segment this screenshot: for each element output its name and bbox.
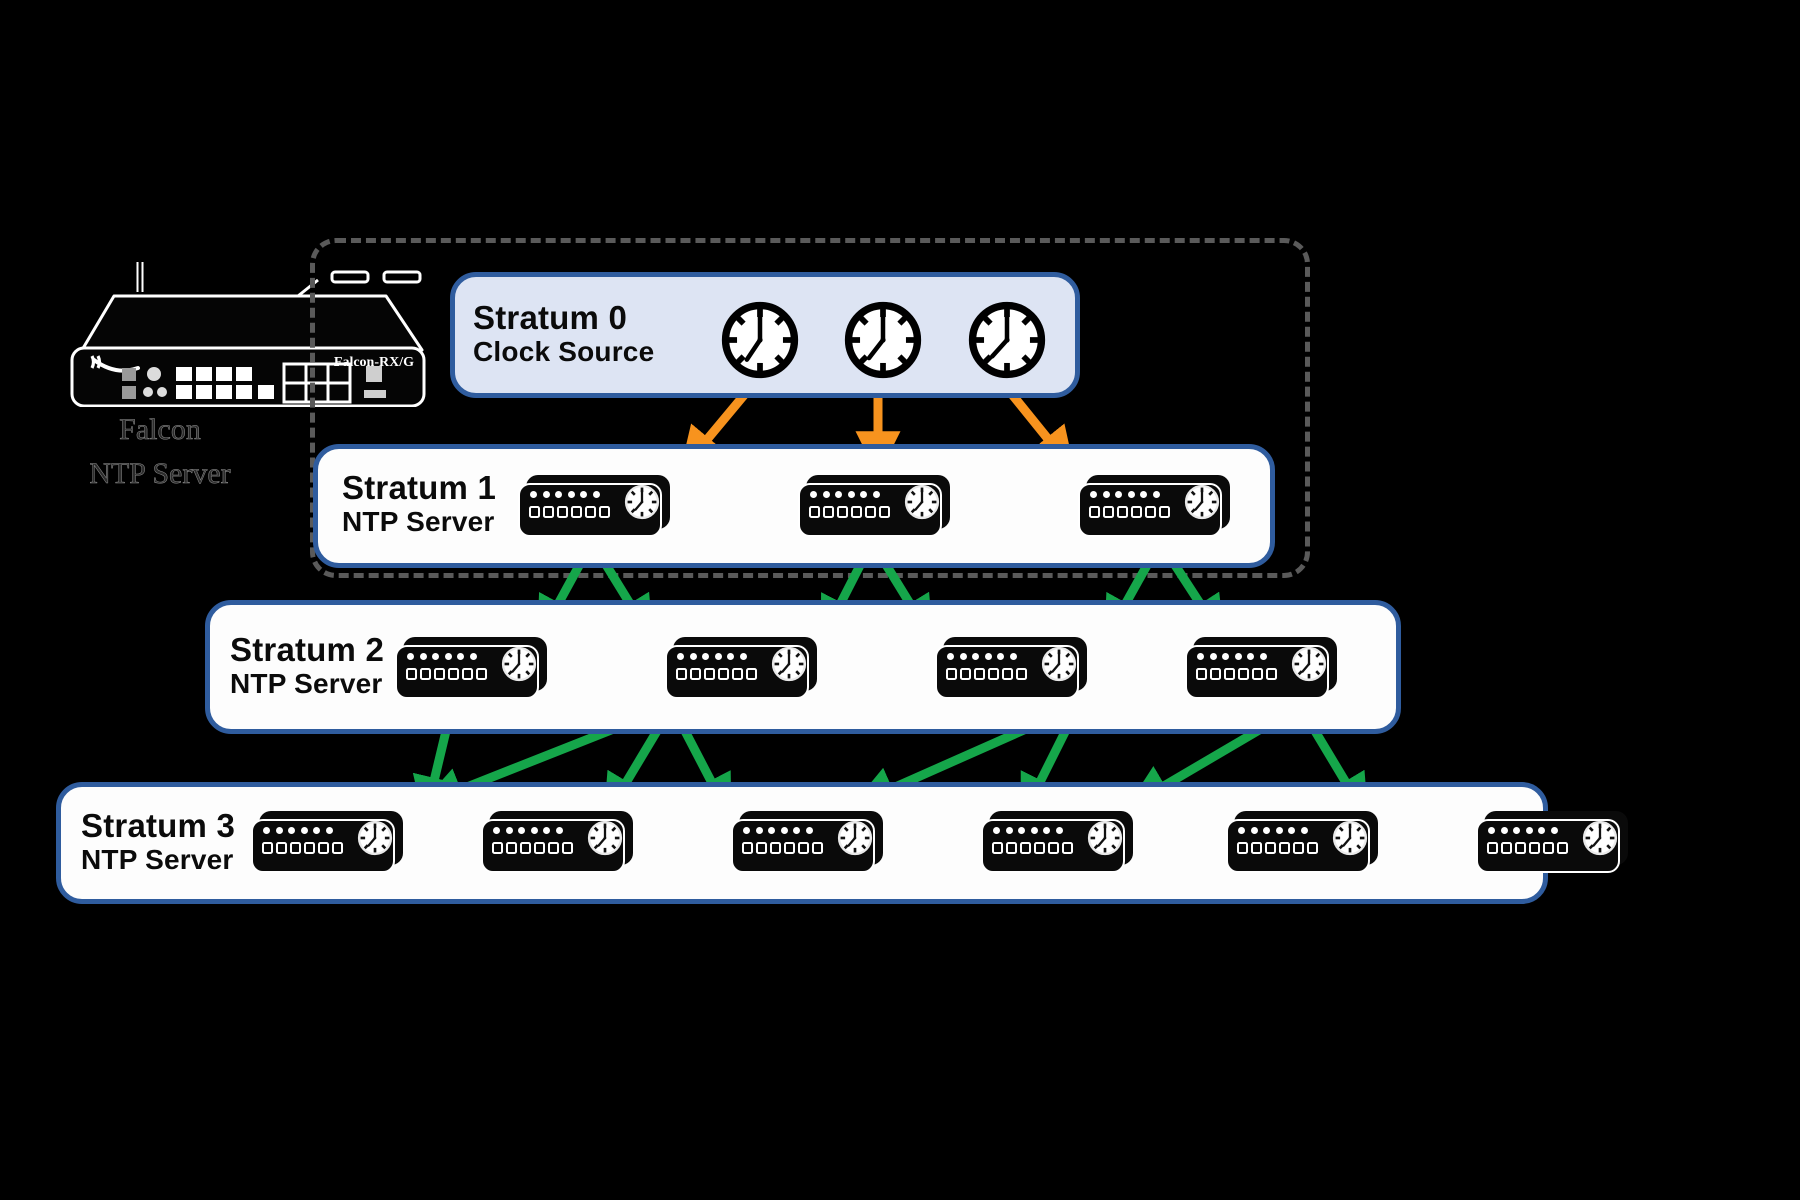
stratum3-server-5[interactable] [1226, 811, 1378, 873]
antenna-icon [120, 202, 160, 292]
led-row [947, 653, 1017, 660]
node-clock-icon [500, 645, 538, 683]
led-row [1238, 827, 1308, 834]
stratum-2-row: Stratum 2 NTP Server [205, 600, 1401, 734]
led-row [810, 491, 880, 498]
node-clock-icon [356, 819, 394, 857]
led-row [743, 827, 813, 834]
port-row [1487, 842, 1568, 854]
stratum2-server-4[interactable] [1185, 637, 1337, 699]
stratum-1-row: Stratum 1 NTP Server [313, 444, 1275, 568]
stratum-0-title: Stratum 0 [473, 299, 628, 336]
clock-source-3[interactable] [966, 299, 1048, 381]
stratum1-server-3[interactable] [1078, 475, 1230, 537]
stratum3-server-2[interactable] [481, 811, 633, 873]
port-row [742, 842, 823, 854]
node-clock-icon [903, 483, 941, 521]
stratum2-server-1[interactable] [395, 637, 547, 699]
port-row [1196, 668, 1277, 680]
port-row [992, 842, 1073, 854]
node-clock-icon [1040, 645, 1078, 683]
stratum-3-title: Stratum 3 [81, 807, 236, 844]
stratum-0-subtitle: Clock Source [473, 336, 655, 368]
stratum-2-title: Stratum 2 [230, 631, 385, 668]
port-row [492, 842, 573, 854]
led-row [993, 827, 1063, 834]
led-row [1488, 827, 1558, 834]
diagram-canvas: Falcon-RX/G Falcon NTP Server Stratum 0 … [0, 0, 1800, 1200]
falcon-appliance: Falcon-RX/G [36, 84, 436, 444]
port-row [262, 842, 343, 854]
stratum1-server-2[interactable] [798, 475, 950, 537]
port-row [1237, 842, 1318, 854]
port-row [676, 668, 757, 680]
node-clock-icon [1331, 819, 1369, 857]
led-row [677, 653, 747, 660]
stratum-1-label: Stratum 1 NTP Server [342, 469, 496, 538]
node-clock-icon [623, 483, 661, 521]
port-row [529, 506, 610, 518]
stratum-0-row: Stratum 0 Clock Source [450, 272, 1080, 398]
led-row [493, 827, 563, 834]
node-clock-icon [770, 645, 808, 683]
clock-source-1[interactable] [719, 299, 801, 381]
stratum1-server-1[interactable] [518, 475, 670, 537]
node-clock-icon [1086, 819, 1124, 857]
port-row [1089, 506, 1170, 518]
stratum-1-title: Stratum 1 [342, 469, 497, 506]
node-clock-icon [1290, 645, 1328, 683]
node-clock-icon [1183, 483, 1221, 521]
falcon-caption: Falcon NTP Server [40, 408, 280, 495]
led-row [1090, 491, 1160, 498]
led-row [263, 827, 333, 834]
port-row [946, 668, 1027, 680]
clock-source-2[interactable] [842, 299, 924, 381]
stratum-3-label: Stratum 3 NTP Server [81, 807, 235, 876]
falcon-caption-line2: NTP Server [89, 456, 231, 490]
stratum-1-subtitle: NTP Server [342, 506, 495, 538]
port-row [406, 668, 487, 680]
stratum3-server-6[interactable] [1476, 811, 1628, 873]
stratum3-server-1[interactable] [251, 811, 403, 873]
falcon-caption-line1: Falcon [119, 413, 201, 446]
led-row [530, 491, 600, 498]
node-clock-icon [1581, 819, 1619, 857]
stratum-0-label: Stratum 0 Clock Source [473, 299, 654, 368]
stratum3-server-4[interactable] [981, 811, 1133, 873]
led-row [407, 653, 477, 660]
stratum-2-label: Stratum 2 NTP Server [230, 631, 384, 700]
stratum2-server-3[interactable] [935, 637, 1087, 699]
node-clock-icon [586, 819, 624, 857]
stratum-3-row: Stratum 3 NTP Server [56, 782, 1628, 904]
port-row [809, 506, 890, 518]
stratum3-server-3[interactable] [731, 811, 883, 873]
stratum-2-subtitle: NTP Server [230, 668, 383, 700]
led-row [1197, 653, 1267, 660]
stratum-3-subtitle: NTP Server [81, 844, 234, 876]
stratum2-server-2[interactable] [665, 637, 817, 699]
node-clock-icon [836, 819, 874, 857]
